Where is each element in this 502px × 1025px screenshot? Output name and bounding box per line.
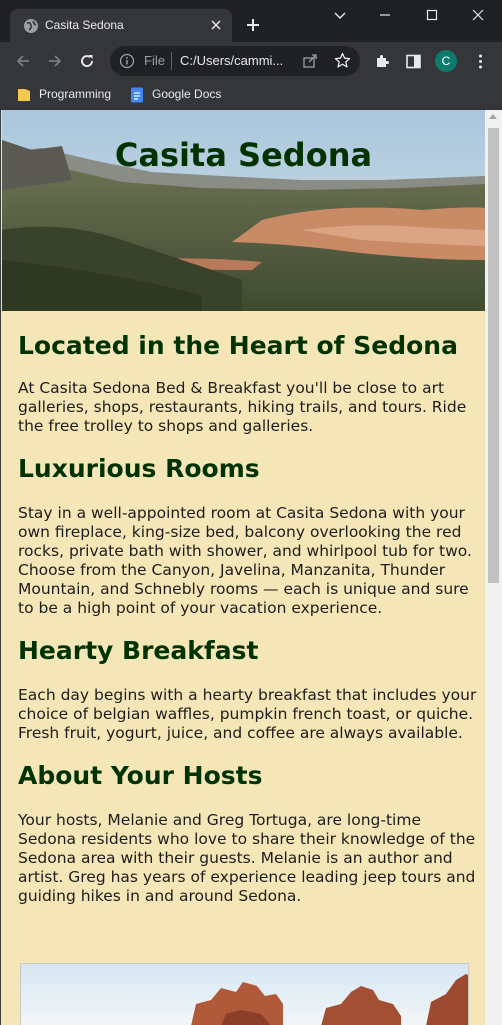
scroll-up-arrow-icon[interactable]: [489, 114, 497, 119]
close-window-icon[interactable]: [471, 8, 485, 22]
site-info-icon[interactable]: [119, 53, 135, 69]
red-rocks-image: [21, 964, 468, 1025]
section-location: Located in the Heart of Sedona At Casita…: [18, 331, 478, 436]
share-icon[interactable]: [302, 53, 318, 69]
bookmarks-bar: Programming Google Docs: [0, 80, 502, 110]
reload-icon[interactable]: [78, 52, 96, 70]
section-body: Each day begins with a hearty breakfast …: [18, 686, 477, 742]
banner-title: Casita Sedona: [114, 136, 373, 174]
scrollbar-thumb[interactable]: [488, 128, 499, 583]
kebab-menu-icon[interactable]: [472, 53, 489, 70]
google-docs-icon: [131, 87, 143, 103]
section-body: Stay in a well-appointed room at Casita …: [18, 504, 472, 617]
browser-toolbar: File C:/Users/cammi... C: [0, 42, 502, 80]
browser-tab[interactable]: Casita Sedona: [10, 9, 232, 42]
back-arrow-icon[interactable]: [14, 52, 32, 70]
red-rocks-photo: [20, 963, 469, 1025]
section-body: Your hosts, Melanie and Greg Tortuga, ar…: [18, 811, 476, 905]
section-heading: Located in the Heart of Sedona: [18, 331, 458, 360]
section-body: At Casita Sedona Bed & Breakfast you'll …: [18, 379, 467, 435]
section-heading: About Your Hosts: [18, 761, 263, 790]
section-hosts: About Your Hosts Your hosts, Melanie and…: [18, 761, 478, 906]
page-scrollbar[interactable]: [485, 110, 502, 1025]
address-separator: [171, 52, 172, 70]
globe-icon: [24, 19, 38, 33]
address-url[interactable]: C:/Users/cammi...: [180, 53, 283, 68]
section-breakfast: Hearty Breakfast Each day begins with a …: [18, 636, 478, 743]
page-viewport: Casita Sedona Located in the Heart of Se…: [0, 110, 502, 1025]
folder-icon: [18, 89, 30, 101]
minimize-icon[interactable]: [378, 8, 392, 22]
section-heading: Hearty Breakfast: [18, 636, 259, 665]
new-tab-icon[interactable]: [245, 17, 261, 33]
bookmark-label: Google Docs: [152, 87, 222, 101]
section-heading: Luxurious Rooms: [18, 454, 260, 483]
address-bar[interactable]: File C:/Users/cammi...: [110, 46, 360, 76]
close-tab-icon[interactable]: [209, 18, 223, 32]
bookmark-star-icon[interactable]: [334, 52, 351, 69]
section-rooms: Luxurious Rooms Stay in a well-appointed…: [18, 454, 478, 618]
maximize-icon[interactable]: [425, 8, 439, 22]
hero-banner: Casita Sedona: [2, 110, 485, 311]
bookmark-label: Programming: [39, 87, 112, 101]
tab-search-chevron-icon[interactable]: [333, 8, 347, 22]
side-panel-icon[interactable]: [405, 53, 422, 70]
extensions-puzzle-icon[interactable]: [374, 53, 391, 70]
tab-strip: Casita Sedona: [0, 0, 502, 42]
main-content: Located in the Heart of Sedona At Casita…: [18, 311, 478, 906]
address-scheme: File: [144, 53, 165, 68]
tab-title: Casita Sedona: [45, 18, 124, 32]
profile-avatar[interactable]: C: [435, 50, 457, 72]
forward-arrow-icon[interactable]: [46, 52, 64, 70]
